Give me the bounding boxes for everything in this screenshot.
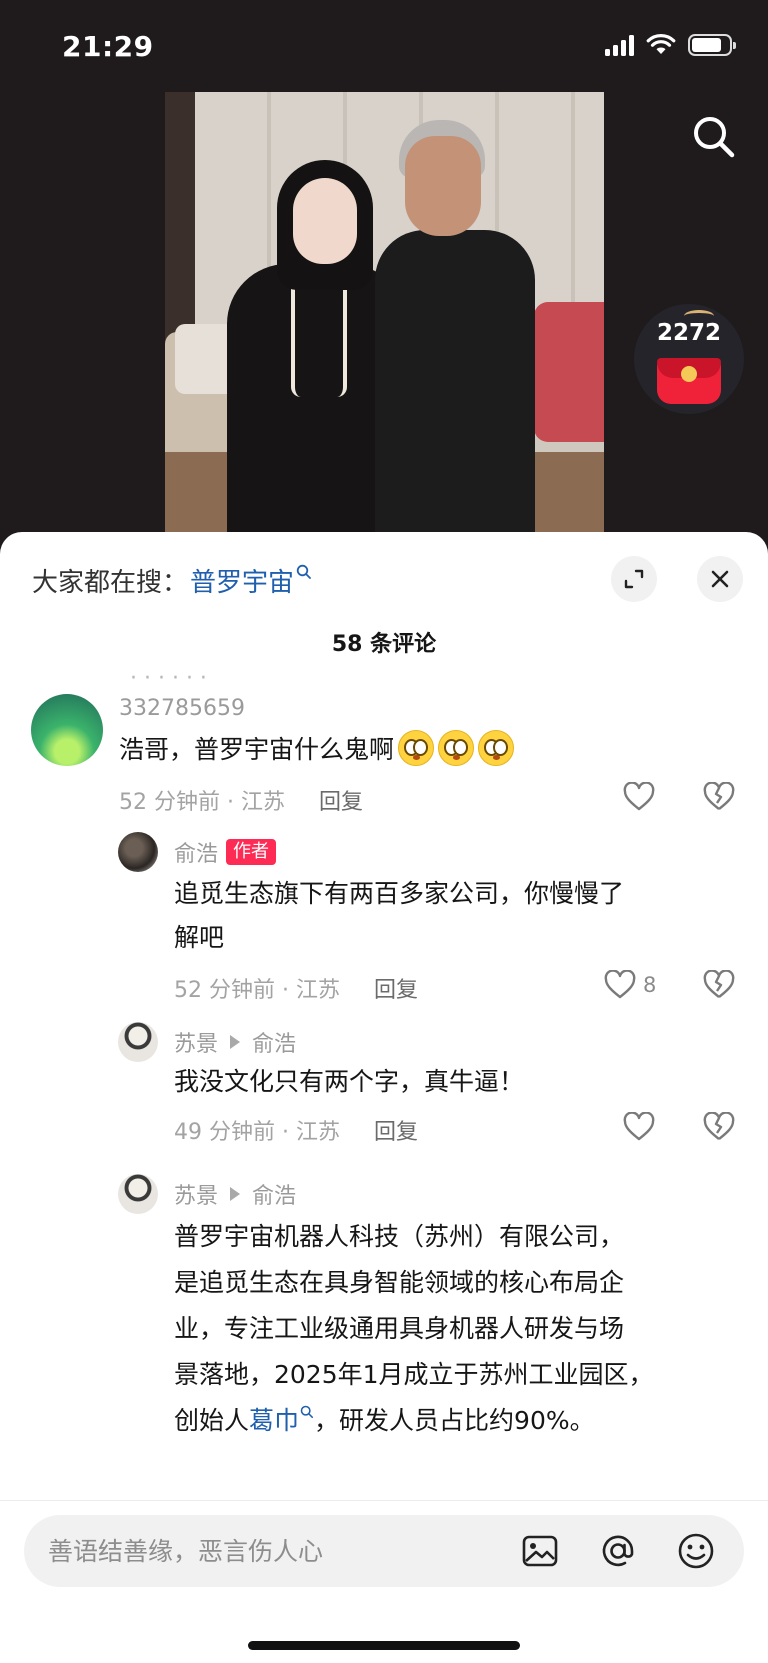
image-icon[interactable] [520, 1531, 560, 1571]
comment-input-bar [0, 1500, 768, 1663]
reply-text: 追觅生态旗下有两百多家公司，你慢慢了 解吧 [174, 879, 625, 952]
comment-input[interactable] [48, 1515, 488, 1587]
dislike-button[interactable] [702, 1111, 736, 1146]
reply-button[interactable]: 回复 [374, 1114, 418, 1146]
reply-button[interactable]: 回复 [374, 972, 418, 1004]
broken-heart-icon [703, 969, 735, 998]
home-indicator[interactable] [248, 1641, 520, 1650]
author-badge: 作者 [226, 839, 277, 865]
hot-search-bar: 大家都在搜： 普罗宇宙 [32, 562, 312, 599]
avatar[interactable] [118, 832, 158, 872]
battery-icon [688, 34, 736, 56]
reply-time-location: 52 分钟前 · 江苏 [174, 978, 340, 1003]
hot-search-term-link[interactable]: 普罗宇宙 [190, 562, 312, 599]
battery-level [692, 38, 721, 52]
smiling-emoji-icon [398, 730, 435, 766]
reply-target: 俞浩 [252, 1032, 297, 1057]
dislike-button[interactable] [702, 781, 736, 816]
reply-meta: 52 分钟前 · 江苏 回复 [174, 972, 418, 1004]
broken-heart-icon [703, 781, 735, 810]
dislike-button[interactable] [702, 969, 736, 1004]
reply-time-location: 49 分钟前 · 江苏 [174, 1120, 340, 1145]
avatar[interactable] [31, 694, 103, 766]
comment-item: 332785659 浩哥，普罗宇宙什么鬼啊 52 分钟前 · 江苏 回复 [0, 690, 768, 850]
status-icons [605, 34, 736, 56]
status-time: 21:29 [62, 30, 154, 63]
reply-item: 苏景 俞浩 我没文化只有两个字，真牛逼！ 49 分钟前 · 江苏 回复 [0, 1022, 768, 1152]
scrolled-off-row: · · · · · · ˇ ˇ [130, 672, 757, 686]
search-icon [300, 1405, 314, 1419]
expand-button[interactable] [611, 556, 657, 602]
heart-icon [623, 782, 655, 811]
reply-item: 俞浩 作者 追觅生态旗下有两百多家公司，你慢慢了 解吧 52 分钟前 · 江苏 … [0, 832, 768, 1012]
search-icon[interactable] [690, 113, 738, 161]
wifi-icon [646, 34, 676, 54]
emoji-icon[interactable] [676, 1531, 716, 1571]
avatar[interactable] [118, 1174, 158, 1214]
search-icon [296, 564, 311, 579]
smiling-emoji-icon [438, 730, 475, 766]
reply-meta: 49 分钟前 · 江苏 回复 [174, 1114, 418, 1146]
reply-username[interactable]: 俞浩 作者 [174, 836, 277, 868]
reply-to-arrow-icon [230, 1187, 241, 1201]
hot-search-label: 大家都在搜： [32, 568, 189, 598]
reply-username[interactable]: 苏景 俞浩 [174, 1178, 296, 1210]
person-search-link[interactable]: 葛巾 [249, 1405, 314, 1435]
comment-panel: 大家都在搜： 普罗宇宙 58 条评论 · · · · · · ˇ ˇ 33278… [0, 532, 768, 1663]
close-icon [711, 570, 729, 588]
like-count: 8 [643, 973, 657, 997]
at-icon[interactable] [598, 1531, 638, 1571]
red-packet-button[interactable]: 2272 [634, 304, 744, 414]
red-packet-icon [657, 358, 721, 404]
comment-text: 浩哥，普罗宇宙什么鬼啊 [119, 728, 515, 772]
heart-icon [604, 970, 636, 999]
comment-time-location: 52 分钟前 · 江苏 [119, 790, 285, 815]
reply-target: 俞浩 [252, 1184, 297, 1209]
close-button[interactable] [697, 556, 743, 602]
reply-item: 苏景 俞浩 普罗宇宙机器人科技（苏州）有限公司， 是追觅生态在具身智能领域的核心… [0, 1174, 768, 1504]
reply-button[interactable]: 回复 [319, 784, 363, 816]
like-button[interactable] [622, 782, 662, 812]
comment-meta: 52 分钟前 · 江苏 回复 [119, 784, 363, 816]
like-button[interactable]: 8 [603, 970, 656, 1000]
reply-text: 我没文化只有两个字，真牛逼！ [174, 1067, 525, 1096]
reply-text: 普罗宇宙机器人科技（苏州）有限公司， 是追觅生态在具身智能领域的核心布局企 业，… [174, 1222, 654, 1435]
comment-username[interactable]: 332785659 [119, 696, 245, 721]
expand-icon [624, 569, 644, 589]
reply-username[interactable]: 苏景 俞浩 [174, 1026, 296, 1058]
like-button[interactable] [622, 1112, 662, 1142]
cellular-signal-icon [605, 34, 634, 56]
comment-input-box [24, 1515, 744, 1587]
broken-heart-icon [703, 1111, 735, 1140]
smiling-emoji-icon [478, 730, 515, 766]
video-frame[interactable] [165, 92, 604, 536]
person-right [375, 230, 535, 536]
heart-icon [623, 1112, 655, 1141]
status-bar: 21:29 [0, 0, 768, 96]
comment-count-title: 58 条评论 [331, 632, 437, 657]
red-packet-count: 2272 [656, 320, 721, 346]
avatar[interactable] [118, 1022, 158, 1062]
reply-to-arrow-icon [230, 1035, 241, 1049]
